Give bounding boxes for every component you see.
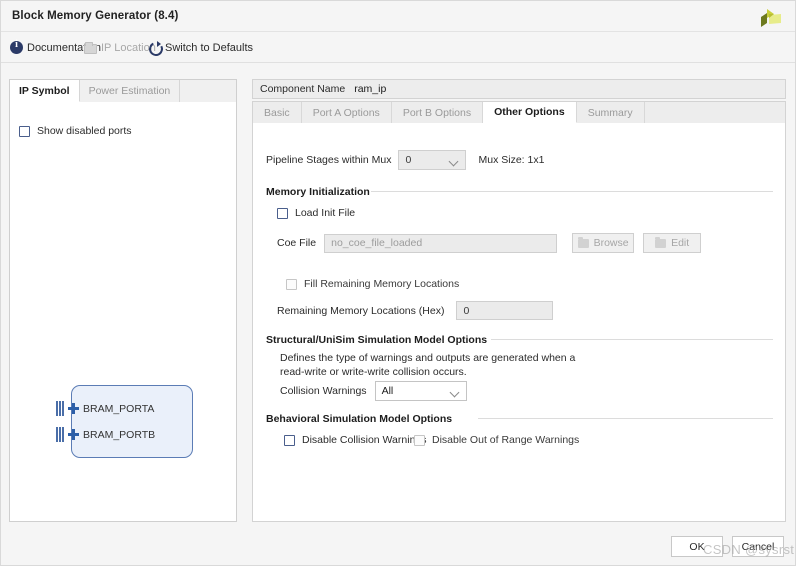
edit-icon bbox=[655, 239, 666, 248]
port-row-bram-porta[interactable]: BRAM_PORTA bbox=[56, 401, 154, 416]
collision-warnings-label: Collision Warnings bbox=[280, 385, 367, 397]
ok-button[interactable]: OK bbox=[671, 536, 723, 557]
refresh-icon bbox=[148, 41, 161, 54]
collision-warnings-row: Collision Warnings All bbox=[280, 381, 467, 401]
tab-summary-label: Summary bbox=[588, 107, 633, 119]
ip-symbol-block: BRAM_PORTA BRAM_PORTB bbox=[71, 385, 193, 458]
coe-file-input[interactable]: no_coe_file_loaded bbox=[324, 234, 557, 253]
tab-other-options[interactable]: Other Options bbox=[483, 102, 577, 123]
pipeline-stages-label: Pipeline Stages within Mux bbox=[266, 154, 391, 166]
load-init-file-row[interactable]: Load Init File bbox=[277, 207, 355, 219]
tab-port-b-options-label: Port B Options bbox=[403, 107, 471, 119]
folder-icon bbox=[84, 44, 97, 54]
disable-collision-warnings-checkbox[interactable] bbox=[284, 435, 295, 446]
tab-power-estimation-label: Power Estimation bbox=[89, 85, 171, 97]
component-name-label: Component Name bbox=[260, 83, 345, 95]
main-tabbar-filler bbox=[645, 102, 785, 123]
tab-ip-symbol-label: IP Symbol bbox=[19, 85, 70, 97]
show-disabled-ports-label: Show disabled ports bbox=[37, 125, 132, 137]
main-panel: Basic Port A Options Port B Options Othe… bbox=[252, 101, 786, 522]
collision-warnings-value: All bbox=[382, 385, 394, 397]
xilinx-logo-icon bbox=[757, 5, 785, 31]
tab-basic-label: Basic bbox=[264, 107, 290, 119]
tab-other-options-label: Other Options bbox=[494, 106, 565, 118]
pipeline-stages-select[interactable]: 0 bbox=[398, 150, 466, 170]
info-icon bbox=[10, 41, 23, 54]
switch-to-defaults-label: Switch to Defaults bbox=[165, 42, 253, 54]
pipeline-stages-row: Pipeline Stages within Mux 0 Mux Size: 1… bbox=[266, 150, 544, 170]
disable-collision-warnings-label: Disable Collision Warnings bbox=[302, 434, 427, 446]
plus-icon[interactable] bbox=[68, 403, 79, 414]
disable-collision-warnings-row[interactable]: Disable Collision Warnings bbox=[284, 434, 427, 446]
chevron-down-icon bbox=[451, 389, 458, 396]
load-init-file-checkbox[interactable] bbox=[277, 208, 288, 219]
ip-symbol-canvas: Show disabled ports BRAM_PORTA BRAM_PORT… bbox=[10, 102, 236, 521]
coe-file-row: Coe File no_coe_file_loaded Browse Edit bbox=[277, 233, 701, 253]
remaining-locations-label: Remaining Memory Locations (Hex) bbox=[277, 305, 444, 317]
fill-remaining-label: Fill Remaining Memory Locations bbox=[304, 278, 459, 290]
component-name-input[interactable]: ram_ip bbox=[354, 83, 386, 95]
toolbar: Documentation IP Location Switch to Defa… bbox=[1, 33, 795, 63]
remaining-locations-input[interactable]: 0 bbox=[456, 301, 553, 320]
structural-options-title: Structural/UniSim Simulation Model Optio… bbox=[266, 334, 487, 346]
tab-ip-symbol[interactable]: IP Symbol bbox=[10, 80, 80, 102]
port-row-bram-portb[interactable]: BRAM_PORTB bbox=[56, 427, 155, 442]
structural-options-rule bbox=[491, 339, 773, 340]
structural-description-line2: read-write or write-write collision occu… bbox=[280, 365, 620, 379]
structural-description-line1: Defines the type of warnings and outputs… bbox=[280, 351, 620, 365]
plus-icon[interactable] bbox=[68, 429, 79, 440]
remaining-locations-row: Remaining Memory Locations (Hex) 0 bbox=[277, 301, 553, 320]
other-options-pane: Pipeline Stages within Mux 0 Mux Size: 1… bbox=[253, 123, 785, 521]
left-panel: IP Symbol Power Estimation Show disabled… bbox=[9, 79, 237, 522]
fill-remaining-row[interactable]: Fill Remaining Memory Locations bbox=[286, 278, 459, 290]
bus-pin-icon bbox=[56, 401, 64, 416]
bus-pin-icon bbox=[56, 427, 64, 442]
page-title: Block Memory Generator (8.4) bbox=[12, 10, 178, 22]
behavioral-options-title: Behavioral Simulation Model Options bbox=[266, 413, 452, 425]
tab-summary[interactable]: Summary bbox=[577, 102, 645, 123]
chevron-down-icon bbox=[450, 158, 457, 165]
cancel-button-label: Cancel bbox=[742, 541, 775, 553]
show-disabled-ports-checkbox-row[interactable]: Show disabled ports bbox=[19, 125, 132, 137]
tab-power-estimation[interactable]: Power Estimation bbox=[80, 80, 181, 102]
pipeline-stages-value: 0 bbox=[405, 154, 411, 166]
browse-button-label: Browse bbox=[594, 237, 629, 249]
load-init-file-label: Load Init File bbox=[295, 207, 355, 219]
mux-size-text: Mux Size: 1x1 bbox=[478, 154, 544, 166]
title-bar: Block Memory Generator (8.4) bbox=[1, 1, 795, 32]
behavioral-options-rule bbox=[478, 418, 773, 419]
tab-basic[interactable]: Basic bbox=[253, 102, 302, 123]
collision-warnings-select[interactable]: All bbox=[375, 381, 467, 401]
disable-out-of-range-warnings-label: Disable Out of Range Warnings bbox=[432, 434, 579, 446]
left-tabbar-filler bbox=[180, 80, 236, 102]
port-label-bram-porta: BRAM_PORTA bbox=[83, 403, 154, 415]
disable-out-of-range-warnings-row[interactable]: Disable Out of Range Warnings bbox=[414, 434, 579, 446]
block-memory-generator-dialog: Block Memory Generator (8.4) Documentati… bbox=[0, 0, 796, 566]
port-label-bram-portb: BRAM_PORTB bbox=[83, 429, 155, 441]
tab-port-a-options-label: Port A Options bbox=[313, 107, 380, 119]
browse-button[interactable]: Browse bbox=[572, 233, 634, 253]
ip-location-button[interactable]: IP Location bbox=[84, 39, 156, 56]
memory-initialization-rule bbox=[371, 191, 773, 192]
disable-out-of-range-warnings-checkbox[interactable] bbox=[414, 435, 425, 446]
main-tabbar: Basic Port A Options Port B Options Othe… bbox=[253, 102, 785, 123]
show-disabled-ports-checkbox[interactable] bbox=[19, 126, 30, 137]
switch-to-defaults-button[interactable]: Switch to Defaults bbox=[148, 39, 253, 56]
edit-button[interactable]: Edit bbox=[643, 233, 701, 253]
ok-button-label: OK bbox=[689, 541, 704, 553]
fill-remaining-checkbox[interactable] bbox=[286, 279, 297, 290]
folder-icon bbox=[578, 239, 589, 248]
edit-button-label: Edit bbox=[671, 237, 689, 249]
coe-file-label: Coe File bbox=[277, 237, 316, 249]
tab-port-b-options[interactable]: Port B Options bbox=[392, 102, 483, 123]
tab-port-a-options[interactable]: Port A Options bbox=[302, 102, 392, 123]
component-name-bar: Component Name ram_ip bbox=[252, 79, 786, 99]
memory-initialization-title: Memory Initialization bbox=[266, 186, 370, 198]
cancel-button[interactable]: Cancel bbox=[732, 536, 784, 557]
left-panel-tabbar: IP Symbol Power Estimation bbox=[10, 80, 236, 102]
